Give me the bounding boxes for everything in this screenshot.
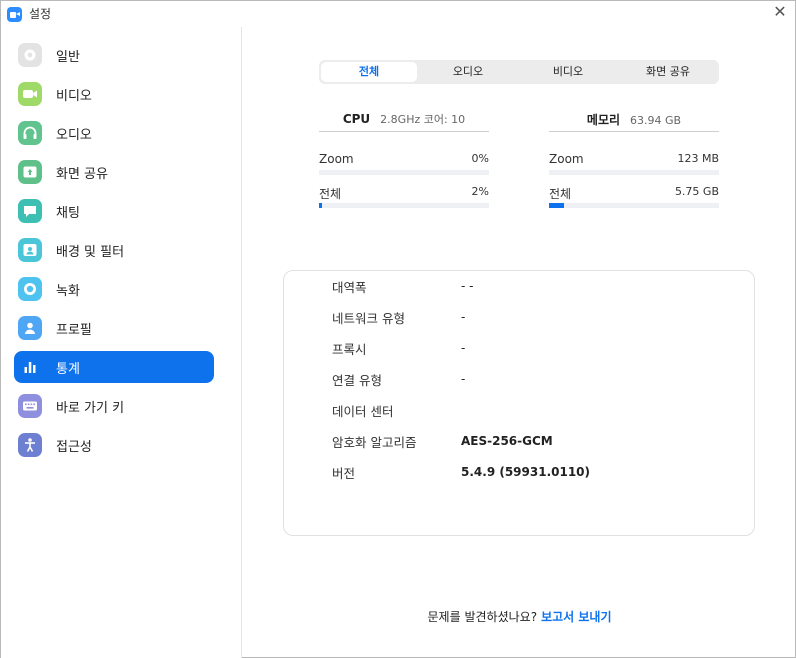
- sidebar-item-label: 프로필: [56, 323, 92, 338]
- sidebar-item-statistics[interactable]: 통계: [14, 351, 214, 383]
- sidebar-item-label: 비디오: [56, 89, 92, 104]
- background-portrait-icon: [18, 238, 42, 262]
- connection-info-card: 대역폭 - - 네트워크 유형 - 프록시 - 연결 유형 - 데이터 센터 암…: [283, 270, 755, 536]
- keyboard-icon: [18, 394, 42, 418]
- send-report-link[interactable]: 보고서 보내기: [541, 610, 611, 624]
- sidebar-item-profile[interactable]: 프로필: [14, 312, 214, 344]
- info-value-bandwidth: - -: [461, 279, 474, 293]
- sidebar-item-share-screen[interactable]: 화면 공유: [14, 156, 214, 188]
- info-value-network-type: -: [461, 310, 466, 324]
- info-label-network-type: 네트워크 유형: [332, 311, 405, 326]
- metric-value: 0%: [471, 152, 489, 165]
- sidebar-item-audio[interactable]: 오디오: [14, 117, 214, 149]
- info-value-version: 5.4.9 (59931.0110): [461, 465, 591, 479]
- cpu-total-bar-fill: [319, 203, 322, 208]
- record-icon: [18, 277, 42, 301]
- info-label-encryption: 암호화 알고리즘: [332, 435, 417, 450]
- sidebar-item-label: 오디오: [56, 128, 92, 143]
- share-screen-icon: [18, 160, 42, 184]
- settings-window: 설정 ✕ 일반 비디오 오디오 화면 공유 채팅 배경 및 필터 녹화 프로필 …: [0, 0, 796, 658]
- sidebar-item-chat[interactable]: 채팅: [14, 195, 214, 227]
- report-question: 문제를 발견하셨나요?: [427, 610, 538, 624]
- info-value-connection-type: -: [461, 372, 466, 386]
- cpu-header: CPU 2.8GHz 코어: 10: [319, 111, 489, 132]
- sidebar-item-shortcuts[interactable]: 바로 가기 키: [14, 390, 214, 422]
- info-label-bandwidth: 대역폭: [332, 280, 367, 295]
- sidebar-item-accessibility[interactable]: 접근성: [14, 429, 214, 461]
- video-camera-icon: [18, 82, 42, 106]
- memory-zoom-bar: [549, 170, 719, 175]
- metric-label: Zoom: [549, 152, 584, 166]
- memory-title: 메모리: [586, 113, 621, 127]
- info-label-version: 버전: [332, 466, 356, 481]
- info-value-encryption: AES-256-GCM: [461, 434, 553, 448]
- window-title: 설정: [29, 7, 52, 21]
- sidebar-item-label: 화면 공유: [56, 167, 108, 182]
- tab-video[interactable]: 비디오: [520, 62, 616, 82]
- metric-value: 2%: [471, 185, 489, 198]
- cpu-title: CPU: [342, 112, 371, 126]
- memory-total-bar: [549, 203, 719, 208]
- memory-total-bar-fill: [549, 203, 564, 208]
- accessibility-icon: [18, 433, 42, 457]
- statistics-tabs: 전체 오디오 비디오 화면 공유: [319, 60, 719, 84]
- sidebar-item-label: 바로 가기 키: [56, 401, 125, 416]
- sidebar-item-general[interactable]: 일반: [14, 39, 214, 71]
- statistics-bar-icon: [18, 355, 42, 379]
- memory-header: 메모리 63.94 GB: [549, 111, 719, 132]
- sidebar-item-background-filters[interactable]: 배경 및 필터: [14, 234, 214, 266]
- cpu-total-bar: [319, 203, 489, 208]
- metric-label: 전체: [319, 187, 342, 201]
- memory-summary: 63.94 GB: [630, 114, 682, 127]
- metric-value: 123 MB: [677, 152, 719, 165]
- sidebar-item-label: 일반: [56, 50, 80, 65]
- close-button[interactable]: ✕: [773, 4, 787, 20]
- tab-audio[interactable]: 오디오: [420, 62, 516, 82]
- zoom-app-icon: [7, 7, 22, 22]
- profile-icon: [18, 316, 42, 340]
- metric-label: 전체: [549, 187, 572, 201]
- chat-bubble-icon: [18, 199, 42, 223]
- info-label-data-center: 데이터 센터: [332, 404, 394, 419]
- report-footer: 문제를 발견하셨나요? 보고서 보내기: [242, 608, 796, 625]
- title-bar: 설정 ✕: [1, 1, 795, 27]
- sidebar-item-label: 녹화: [56, 284, 80, 299]
- cpu-zoom-bar: [319, 170, 489, 175]
- tab-overall[interactable]: 전체: [321, 62, 417, 82]
- info-value-proxy: -: [461, 341, 466, 355]
- sidebar-item-label: 접근성: [56, 440, 92, 455]
- sidebar-item-video[interactable]: 비디오: [14, 78, 214, 110]
- metric-label: Zoom: [319, 152, 354, 166]
- info-label-proxy: 프록시: [332, 342, 367, 357]
- sidebar-item-label: 채팅: [56, 206, 80, 221]
- sidebar-item-recording[interactable]: 녹화: [14, 273, 214, 305]
- sidebar: 일반 비디오 오디오 화면 공유 채팅 배경 및 필터 녹화 프로필 통계 바로…: [1, 27, 242, 658]
- metric-value: 5.75 GB: [674, 185, 719, 198]
- tab-share-screen[interactable]: 화면 공유: [620, 62, 716, 82]
- info-label-connection-type: 연결 유형: [332, 373, 382, 388]
- gear-icon: [18, 43, 42, 67]
- sidebar-item-label: 통계: [56, 362, 80, 377]
- statistics-panel: 전체 오디오 비디오 화면 공유 CPU 2.8GHz 코어: 10 Zoom 0…: [242, 27, 796, 658]
- headphones-icon: [18, 121, 42, 145]
- cpu-summary: 2.8GHz 코어: 10: [380, 113, 466, 126]
- sidebar-item-label: 배경 및 필터: [56, 245, 125, 260]
